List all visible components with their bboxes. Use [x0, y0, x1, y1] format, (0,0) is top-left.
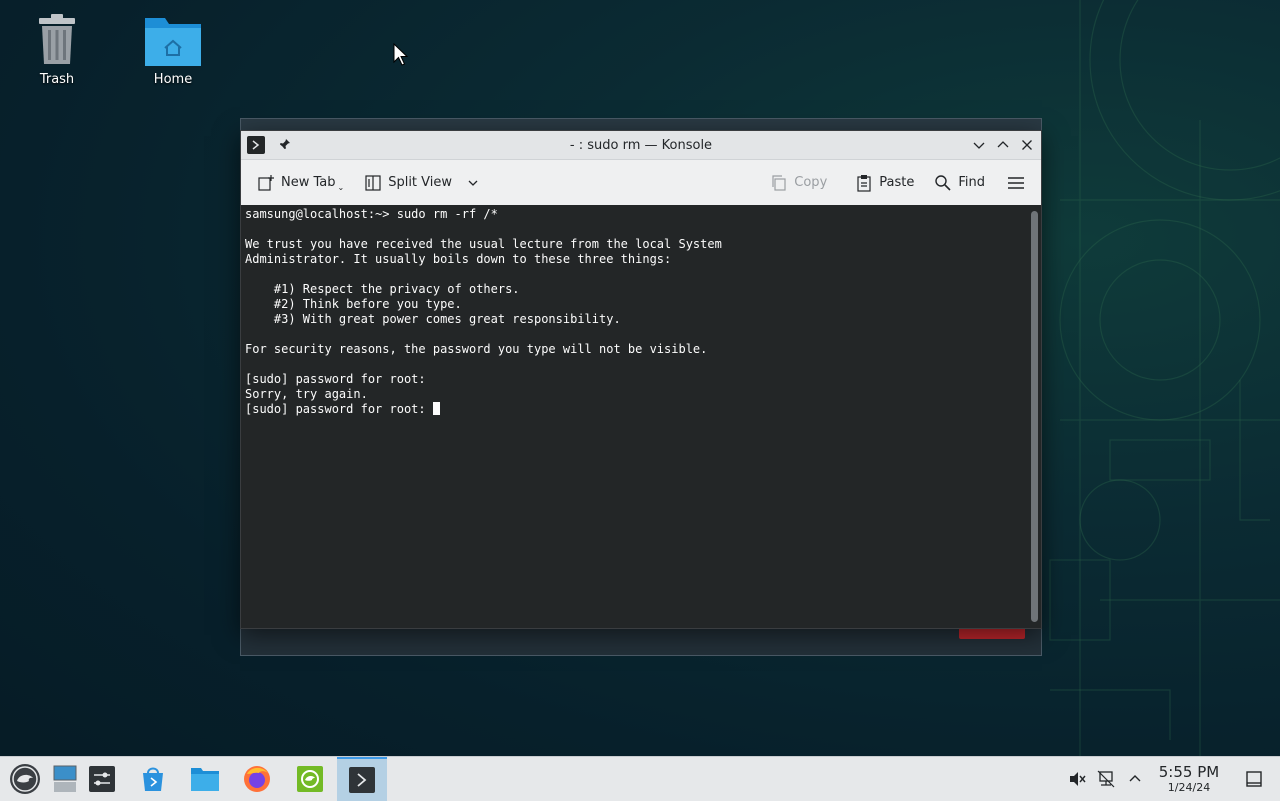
- volume-muted-icon: [1070, 772, 1086, 786]
- new-tab-menu-indicator: ⌄: [337, 183, 345, 192]
- discover-icon: [143, 767, 163, 791]
- clock-time: 5:55 PM: [1158, 763, 1220, 781]
- desktop-icon-label: Trash: [39, 72, 75, 87]
- taskbar-opensuse-welcome[interactable]: [285, 757, 335, 801]
- application-launcher-icon: [10, 764, 40, 794]
- konsole-app-icon[interactable]: [247, 136, 265, 154]
- dolphin-icon: [191, 768, 219, 791]
- terminal-line: [sudo] password for root:: [245, 372, 426, 386]
- mouse-cursor-icon: [393, 43, 409, 66]
- desktop-icon-label: Home: [153, 72, 193, 87]
- background-window-footer: [241, 629, 1041, 655]
- terminal-line: #3) With great power comes great respons…: [245, 312, 621, 326]
- konsole-icon: [349, 767, 375, 793]
- copy-button[interactable]: Copy: [762, 167, 835, 199]
- paste-button[interactable]: Paste: [847, 167, 922, 199]
- search-icon: [935, 174, 951, 191]
- terminal-prompt-line: [sudo] password for root:: [245, 402, 433, 416]
- desktop-icon-trash[interactable]: Trash: [12, 12, 102, 87]
- opensuse-welcome-icon: [297, 766, 323, 792]
- terminal-line: #1) Respect the privacy of others.: [245, 282, 520, 296]
- tray-volume[interactable]: [1066, 757, 1088, 801]
- paste-label: Paste: [879, 175, 915, 190]
- taskbar-dolphin[interactable]: [180, 757, 230, 801]
- new-tab-icon: [258, 174, 274, 191]
- find-label: Find: [958, 175, 985, 190]
- taskbar-discover[interactable]: [128, 757, 178, 801]
- taskbar-firefox[interactable]: [232, 757, 282, 801]
- peek-desktop-icon: [1246, 771, 1262, 787]
- split-view-label: Split View: [388, 175, 453, 190]
- pin-icon[interactable]: [279, 138, 291, 153]
- desktop-icon-home[interactable]: Home: [128, 12, 218, 87]
- window-title: - : sudo rm — Konsole: [569, 137, 713, 153]
- new-tab-label: New Tab: [281, 175, 336, 190]
- terminal-line: For security reasons, the password you t…: [245, 342, 708, 356]
- maximize-icon[interactable]: [995, 137, 1011, 153]
- konsole-window[interactable]: - : sudo rm — Konsole New Tab ⌄ Split Vi…: [240, 130, 1042, 629]
- terminal-line: We trust you have received the usual lec…: [245, 237, 722, 251]
- trash-icon: [39, 14, 75, 64]
- taskbar: 5:55 PM 1/24/24: [0, 756, 1280, 801]
- terminal-line: #2) Think before you type.: [245, 297, 462, 311]
- window-titlebar[interactable]: - : sudo rm — Konsole: [241, 131, 1041, 160]
- terminal-line: samsung@localhost:~> sudo rm -rf /*: [245, 207, 498, 221]
- copy-icon: [772, 174, 786, 191]
- home-folder-icon: [145, 18, 201, 66]
- terminal-output: samsung@localhost:~> sudo rm -rf /* We t…: [241, 205, 1027, 419]
- konsole-toolbar: New Tab ⌄ Split View Copy Paste Find: [241, 160, 1041, 206]
- split-view-icon: [365, 174, 381, 191]
- terminal-area[interactable]: samsung@localhost:~> sudo rm -rf /* We t…: [241, 205, 1027, 628]
- hamburger-menu-icon: [1008, 176, 1024, 189]
- digital-clock[interactable]: 5:55 PM 1/24/24: [1152, 763, 1226, 795]
- clock-date: 1/24/24: [1167, 781, 1211, 794]
- paste-icon: [857, 174, 871, 192]
- show-desktop-icon: [53, 765, 77, 792]
- taskbar-system-settings[interactable]: [77, 757, 127, 801]
- new-tab-button[interactable]: New Tab ⌄: [249, 167, 352, 199]
- tray-network[interactable]: [1095, 757, 1117, 801]
- firefox-icon: [244, 766, 270, 792]
- peek-desktop-button[interactable]: [1242, 757, 1266, 801]
- close-icon[interactable]: [1019, 137, 1035, 153]
- chevron-down-icon[interactable]: [466, 176, 480, 190]
- terminal-scrollbar[interactable]: [1027, 205, 1041, 628]
- tray-expand[interactable]: [1124, 757, 1146, 801]
- scrollbar-thumb[interactable]: [1031, 211, 1038, 622]
- taskbar-konsole[interactable]: [337, 757, 387, 801]
- terminal-line: Administrator. It usually boils down to …: [245, 252, 672, 266]
- copy-label: Copy: [794, 175, 828, 190]
- minimize-icon[interactable]: [971, 137, 987, 153]
- split-view-button[interactable]: Split View: [356, 167, 488, 199]
- system-settings-icon: [89, 766, 115, 792]
- text-cursor: [432, 402, 440, 415]
- find-button[interactable]: Find: [926, 167, 993, 199]
- tray-expand-icon: [1129, 775, 1141, 782]
- terminal-line: Sorry, try again.: [245, 387, 368, 401]
- hamburger-menu-button[interactable]: [999, 167, 1033, 199]
- network-icon: [1097, 770, 1115, 788]
